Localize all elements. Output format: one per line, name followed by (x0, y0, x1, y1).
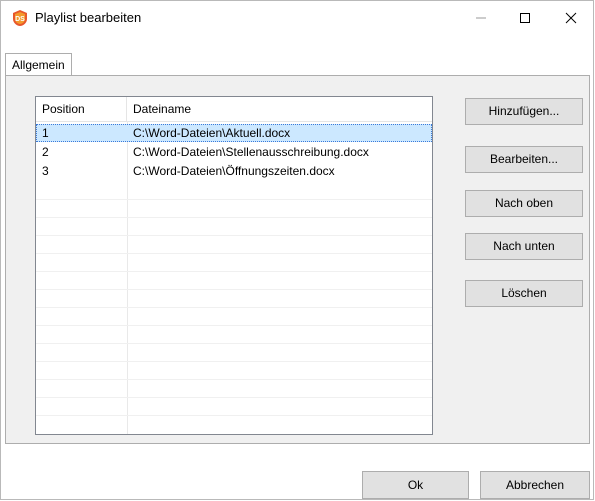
row-position: 1 (42, 126, 49, 140)
move-down-button[interactable]: Nach unten (465, 233, 583, 260)
grid-line (36, 325, 432, 326)
grid-line (36, 253, 432, 254)
row-position: 3 (42, 164, 49, 178)
row-filename: C:\Word-Dateien\Stellenausschreibung.doc… (133, 145, 369, 159)
edit-button[interactable]: Bearbeiten... (465, 146, 583, 173)
add-button[interactable]: Hinzufügen... (465, 98, 583, 125)
cancel-button[interactable]: Abbrechen (480, 471, 590, 499)
title-bar[interactable]: DS Playlist bearbeiten (1, 1, 593, 35)
grid-line (36, 343, 432, 344)
svg-text:DS: DS (15, 16, 25, 23)
window-title: Playlist bearbeiten (35, 10, 142, 25)
ok-button[interactable]: Ok (362, 471, 469, 499)
grid-line (36, 361, 432, 362)
row-filename: C:\Word-Dateien\Öffnungszeiten.docx (133, 164, 335, 178)
grid-line (36, 415, 432, 416)
maximize-button[interactable] (503, 1, 547, 35)
column-header-filename[interactable]: Dateiname (127, 97, 432, 121)
grid-line (36, 397, 432, 398)
move-up-button[interactable]: Nach oben (465, 190, 583, 217)
grid-line (36, 235, 432, 236)
column-header-position[interactable]: Position (36, 97, 127, 121)
tab-allgemein[interactable]: Allgemein (5, 53, 72, 77)
grid-line (36, 271, 432, 272)
grid-line (36, 307, 432, 308)
minimize-button[interactable] (459, 1, 503, 35)
close-button[interactable] (549, 1, 593, 35)
minimize-icon (476, 17, 486, 19)
table-row[interactable]: 1 C:\Word-Dateien\Aktuell.docx (36, 124, 432, 142)
tab-strip: Allgemein (1, 53, 593, 77)
grid-line (36, 199, 432, 200)
table-row[interactable]: 3 C:\Word-Dateien\Öffnungszeiten.docx (36, 162, 432, 180)
app-logo-icon: DS (13, 10, 27, 26)
grid-line (36, 379, 432, 380)
row-position: 2 (42, 145, 49, 159)
list-header: Position Dateiname (36, 97, 432, 122)
grid-line (36, 289, 432, 290)
delete-button[interactable]: Löschen (465, 280, 583, 307)
grid-line (36, 217, 432, 218)
row-filename: C:\Word-Dateien\Aktuell.docx (133, 126, 291, 140)
table-row[interactable]: 2 C:\Word-Dateien\Stellenausschreibung.d… (36, 143, 432, 161)
playlist-list[interactable]: Position Dateiname 1 C:\Word-Dateien\Akt… (35, 96, 433, 435)
dialog-window: DS Playlist bearbeiten Allgemein Positio… (0, 0, 594, 500)
maximize-icon (520, 13, 530, 23)
close-icon (565, 12, 577, 24)
